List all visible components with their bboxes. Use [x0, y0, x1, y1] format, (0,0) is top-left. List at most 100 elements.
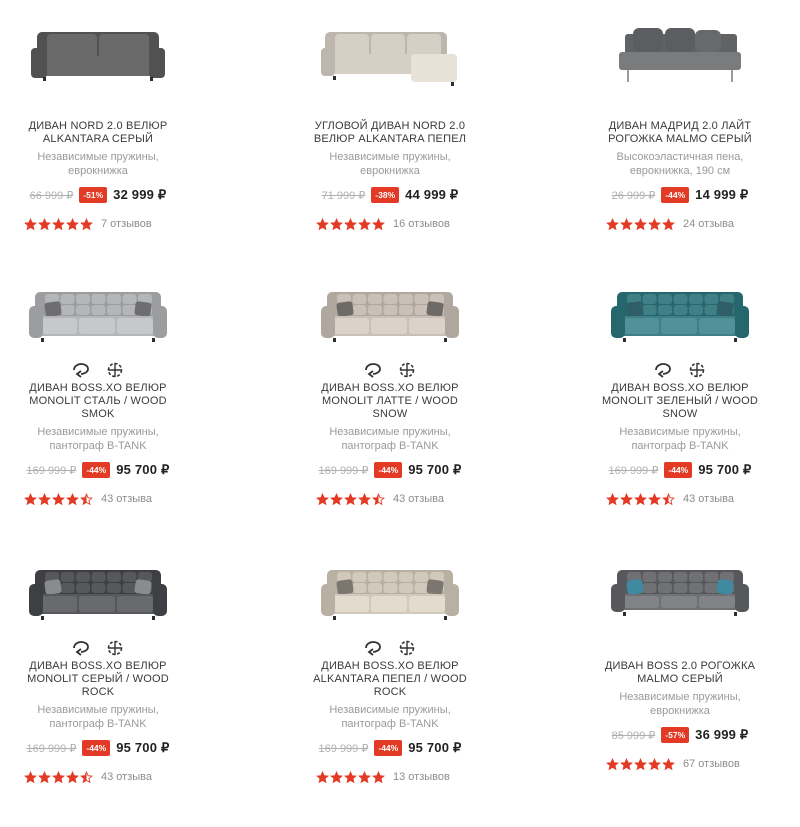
- star-icon: [66, 492, 79, 505]
- discount-badge: -44%: [82, 740, 111, 756]
- discount-badge: -44%: [664, 462, 693, 478]
- reviews-count[interactable]: 43 отзыва: [683, 493, 734, 505]
- product-card[interactable]: ДИВАН BOSS.XO ВЕЛЮР MONOLIT СЕРЫЙ / WOOD…: [8, 560, 188, 785]
- reviews-count[interactable]: 43 отзыва: [101, 493, 152, 505]
- reviews-count[interactable]: 13 отзывов: [393, 771, 450, 783]
- star-rating: [316, 770, 385, 784]
- star-icon: [24, 492, 37, 505]
- rating-row[interactable]: 67 отзывов: [590, 756, 770, 772]
- old-price: 169 999 ₽: [318, 742, 369, 755]
- rating-row[interactable]: 43 отзыва: [8, 491, 188, 507]
- star-icon: [344, 492, 357, 505]
- product-description: Независимые пружины, пантограф B-TANK: [37, 426, 159, 452]
- star-icon: [80, 770, 93, 783]
- rating-row[interactable]: 7 отзывов: [8, 216, 188, 232]
- product-card[interactable]: ДИВАН BOSS.XO ВЕЛЮР ALKANTARA ПЕПЕЛ / WO…: [300, 560, 480, 785]
- product-card[interactable]: ДИВАН NORD 2.0 ВЕЛЮР ALKANTARA СЕРЫЙ Неза…: [8, 20, 188, 232]
- price-row: 85 999 ₽ -57% 36 999 ₽: [590, 725, 770, 745]
- star-icon: [330, 217, 343, 230]
- product-description: Независимые пружины, еврокнижка: [37, 151, 159, 177]
- rating-row[interactable]: 43 отзыва: [300, 491, 480, 507]
- product-card[interactable]: ДИВАН МАДРИД 2.0 ЛАЙТ РОГОЖКА MALMO СЕРЫ…: [590, 20, 770, 232]
- star-icon: [372, 770, 385, 783]
- product-image[interactable]: [605, 20, 755, 90]
- product-title[interactable]: ДИВАН МАДРИД 2.0 ЛАЙТ РОГОЖКА MALMO СЕРЫ…: [590, 120, 770, 146]
- current-price: 44 999 ₽: [405, 187, 459, 202]
- star-icon: [648, 217, 661, 230]
- discount-badge: -38%: [371, 187, 400, 203]
- star-icon: [662, 217, 675, 230]
- star-icon: [372, 492, 385, 505]
- product-title[interactable]: ДИВАН BOSS.XO ВЕЛЮР MONOLIT СЕРЫЙ / WOOD…: [8, 660, 188, 699]
- product-card[interactable]: УГЛОВОЙ ДИВАН NORD 2.0 ВЕЛЮР ALKANTARA П…: [300, 20, 480, 232]
- rating-row[interactable]: 43 отзыва: [8, 769, 188, 785]
- reviews-count[interactable]: 67 отзывов: [683, 758, 740, 770]
- rotate-icon: [363, 360, 383, 382]
- current-price: 95 700 ₽: [698, 462, 752, 477]
- star-rating: [606, 217, 675, 231]
- current-price: 95 700 ₽: [408, 740, 462, 755]
- star-icon: [38, 770, 51, 783]
- star-rating: [24, 217, 93, 231]
- product-card[interactable]: ДИВАН BOSS.XO ВЕЛЮР MONOLIT ЗЕЛЕНЫЙ / WO…: [590, 282, 770, 507]
- product-description: Независимые пружины, пантограф B-TANK: [37, 704, 159, 730]
- star-icon: [358, 217, 371, 230]
- current-price: 14 999 ₽: [695, 187, 749, 202]
- rotate-icon: [653, 360, 673, 382]
- star-icon: [634, 217, 647, 230]
- product-title[interactable]: ДИВАН BOSS.XO ВЕЛЮР MONOLIT СТАЛЬ / WOOD…: [8, 382, 188, 421]
- product-description: Независимые пружины, еврокнижка: [619, 691, 741, 717]
- product-image[interactable]: [605, 282, 755, 352]
- product-description: Независимые пружины, пантограф B-TANK: [329, 704, 451, 730]
- product-image[interactable]: [605, 560, 755, 630]
- reviews-count[interactable]: 24 отзыва: [683, 218, 734, 230]
- product-title[interactable]: ДИВАН BOSS.XO ВЕЛЮР ALKANTARA ПЕПЕЛ / WO…: [300, 660, 480, 699]
- product-title[interactable]: ДИВАН BOSS.XO ВЕЛЮР MONOLIT ЛАТТЕ / WOOD…: [300, 382, 480, 421]
- product-image[interactable]: [23, 20, 173, 90]
- product-feature-icons: [300, 98, 480, 120]
- product-description: Независимые пружины, пантограф B-TANK: [619, 426, 741, 452]
- star-icon: [634, 757, 647, 770]
- star-icon: [344, 770, 357, 783]
- star-icon: [372, 217, 385, 230]
- star-icon: [330, 770, 343, 783]
- product-feature-icons: [590, 360, 770, 382]
- star-icon: [38, 492, 51, 505]
- rating-row[interactable]: 16 отзывов: [300, 216, 480, 232]
- star-icon: [38, 217, 51, 230]
- reviews-count[interactable]: 7 отзывов: [101, 218, 152, 230]
- star-icon: [24, 217, 37, 230]
- rotate-icon: [71, 360, 91, 382]
- product-image[interactable]: [315, 282, 465, 352]
- product-description: Высокоэластичная пена, еврокнижка, 190 с…: [616, 151, 744, 177]
- star-icon: [620, 492, 633, 505]
- current-price: 95 700 ₽: [408, 462, 462, 477]
- rating-row[interactable]: 43 отзыва: [590, 491, 770, 507]
- discount-badge: -44%: [661, 187, 690, 203]
- reviews-count[interactable]: 43 отзыва: [101, 771, 152, 783]
- product-feature-icons: [8, 98, 188, 120]
- product-title[interactable]: УГЛОВОЙ ДИВАН NORD 2.0 ВЕЛЮР ALKANTARA П…: [300, 120, 480, 146]
- product-description: Независимые пружины, пантограф B-TANK: [329, 426, 451, 452]
- reviews-count[interactable]: 16 отзывов: [393, 218, 450, 230]
- product-card[interactable]: ДИВАН BOSS.XO ВЕЛЮР MONOLIT ЛАТТЕ / WOOD…: [300, 282, 480, 507]
- product-title[interactable]: ДИВАН NORD 2.0 ВЕЛЮР ALKANTARA СЕРЫЙ: [8, 120, 188, 146]
- old-price: 169 999 ₽: [318, 464, 369, 477]
- product-title[interactable]: ДИВАН BOSS 2.0 РОГОЖКА MALMO СЕРЫЙ: [590, 660, 770, 686]
- modules-icon: [397, 638, 417, 660]
- star-icon: [52, 492, 65, 505]
- product-image[interactable]: [315, 560, 465, 630]
- product-image[interactable]: [23, 560, 173, 630]
- star-icon: [316, 770, 329, 783]
- star-icon: [648, 757, 661, 770]
- reviews-count[interactable]: 43 отзыва: [393, 493, 444, 505]
- star-icon: [316, 492, 329, 505]
- star-icon: [606, 757, 619, 770]
- product-card[interactable]: ДИВАН BOSS.XO ВЕЛЮР MONOLIT СТАЛЬ / WOOD…: [8, 282, 188, 507]
- rating-row[interactable]: 13 отзывов: [300, 769, 480, 785]
- product-image[interactable]: [315, 20, 465, 90]
- product-title[interactable]: ДИВАН BOSS.XO ВЕЛЮР MONOLIT ЗЕЛЕНЫЙ / WO…: [590, 382, 770, 421]
- product-image[interactable]: [23, 282, 173, 352]
- rating-row[interactable]: 24 отзыва: [590, 216, 770, 232]
- product-card[interactable]: ДИВАН BOSS 2.0 РОГОЖКА MALMO СЕРЫЙ Незави…: [590, 560, 770, 772]
